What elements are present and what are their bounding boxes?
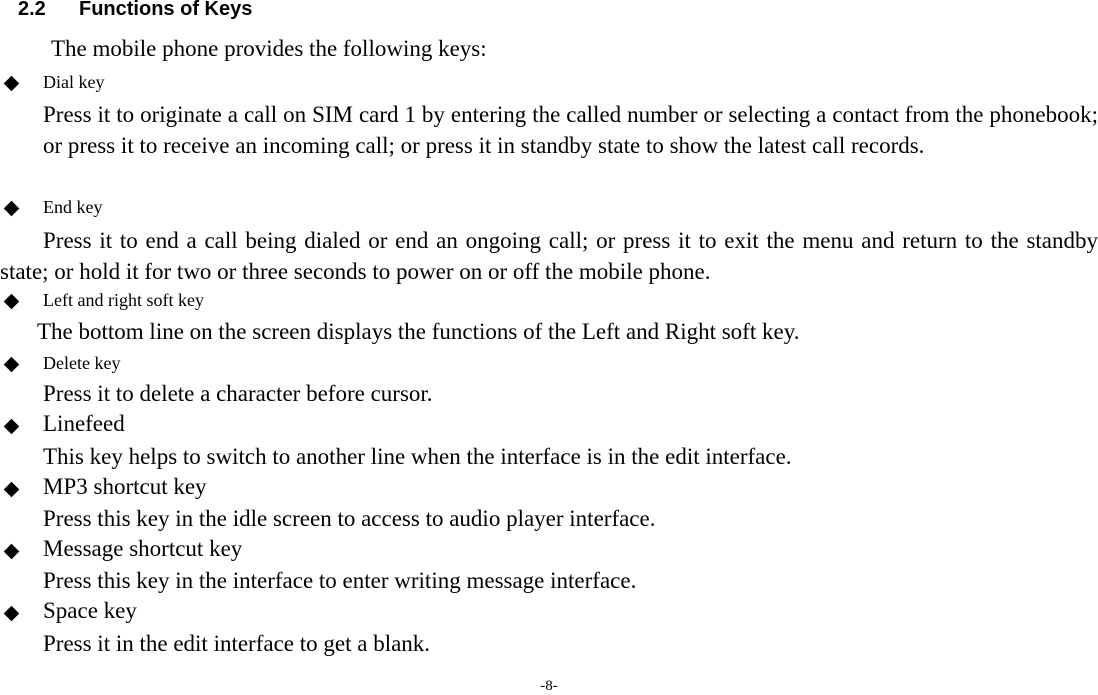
key-name-mp3: MP3 shortcut key <box>43 474 207 499</box>
diamond-bullet-icon <box>3 417 20 435</box>
key-description-soft: The bottom line on the screen displays t… <box>37 319 800 344</box>
key-name-soft: Left and right soft key <box>43 290 204 310</box>
key-description-delete: Press it to delete a character before cu… <box>43 381 433 406</box>
page-number: -8- <box>540 678 558 694</box>
key-name-space: Space key <box>43 598 137 623</box>
key-name-end: End key <box>43 197 103 217</box>
diamond-bullet-icon <box>3 199 20 217</box>
key-description-dial: Press it to originate a call on SIM card… <box>43 102 1098 158</box>
diamond-bullet-icon <box>3 355 20 373</box>
key-name-message: Message shortcut key <box>43 536 243 561</box>
diamond-bullet-icon <box>3 604 20 622</box>
section-number: 2.2 <box>18 0 46 20</box>
intro-text: The mobile phone provides the following … <box>51 36 487 61</box>
key-description-space: Press it in the edit interface to get a … <box>43 631 431 656</box>
section-heading: 2.2 Functions of Keys <box>18 0 252 21</box>
diamond-bullet-icon <box>3 74 20 92</box>
diamond-bullet-icon <box>3 292 20 310</box>
key-description-message: Press this key in the interface to enter… <box>43 568 637 593</box>
key-name-dial: Dial key <box>43 72 105 92</box>
key-name-linefeed: Linefeed <box>43 411 125 436</box>
diamond-bullet-icon <box>3 480 20 498</box>
key-name-delete: Delete key <box>43 353 121 373</box>
diamond-bullet-icon <box>3 542 20 560</box>
key-description-linefeed: This key helps to switch to another line… <box>43 444 792 469</box>
key-description-end: Press it to end a call being dialed or e… <box>0 228 1098 284</box>
key-description-mp3: Press this key in the idle screen to acc… <box>43 506 656 531</box>
section-title: Functions of Keys <box>79 0 253 20</box>
